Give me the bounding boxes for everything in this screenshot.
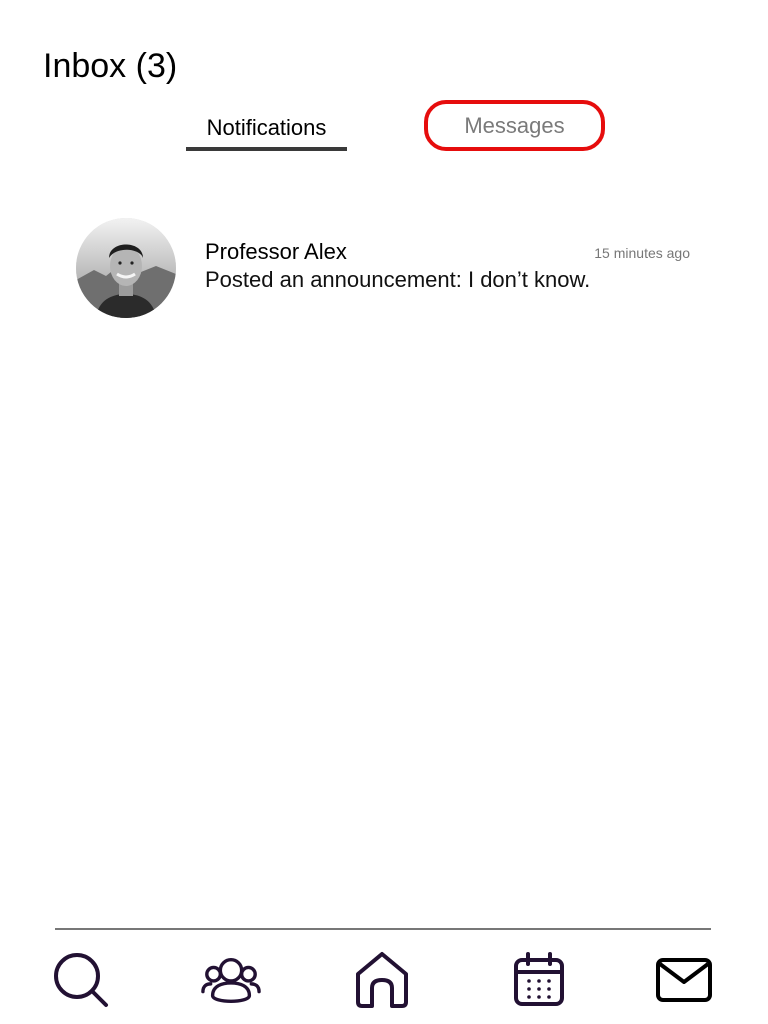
tab-notifications-label: Notifications [206,115,327,140]
nav-mail-button[interactable] [654,950,714,1010]
nav-groups-button[interactable] [201,950,261,1010]
avatar [76,218,176,318]
notification-timestamp: 15 minutes ago [594,245,690,261]
profile-photo [76,218,176,318]
page-title: Inbox (3) [43,47,178,85]
notification-text: Posted an announcement: I don’t know. [205,267,591,292]
calendar-icon [514,952,564,1006]
group-icon [201,957,261,1003]
active-tab-underline [186,147,347,151]
inbox-screen: Inbox (3) Notifications Messages Profess… [0,0,768,1024]
notification-item[interactable]: Professor Alex 15 minutes ago Posted an … [76,218,696,318]
nav-home-button[interactable] [352,950,412,1010]
nav-divider [55,928,711,930]
bottom-nav [0,928,768,1024]
search-icon [54,953,108,1007]
tab-messages-label: Messages [464,112,565,138]
home-icon [356,952,408,1008]
tab-notifications[interactable]: Notifications [186,100,347,156]
nav-search-button[interactable] [51,950,111,1010]
tab-bar: Notifications Messages [0,100,768,160]
notification-sender: Professor Alex [205,239,347,264]
mail-icon [656,958,712,1002]
nav-calendar-button[interactable] [509,950,569,1010]
tab-messages[interactable]: Messages [424,100,605,151]
